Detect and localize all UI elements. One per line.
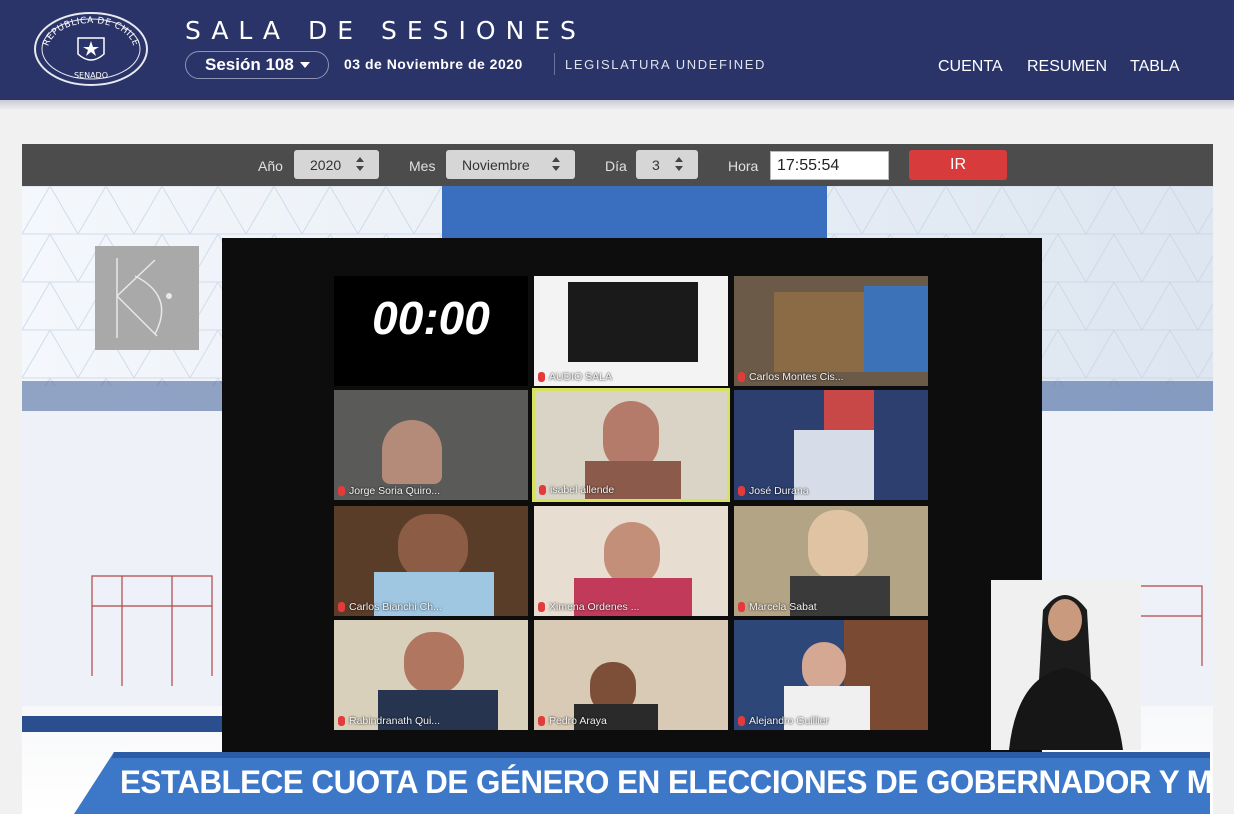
site-title: SALA DE SESIONES	[185, 16, 586, 45]
date-filter-bar: Año 2020 Mes Noviembre Día 3 Hora IR	[22, 144, 1213, 186]
microphone-muted-icon	[538, 716, 545, 726]
topic-banner-text: ESTABLECE CUOTA DE GÉNERO EN ELECCIONES …	[120, 764, 1213, 800]
zoom-gallery: 00:00 AUDIO SALA Carlos Montes Cis... Jo…	[222, 238, 1042, 758]
month-value: Noviembre	[462, 156, 530, 173]
participant-name: Ximena Ordenes ...	[538, 601, 639, 613]
microphone-muted-icon	[738, 372, 745, 382]
participant-name: Pedro Araya	[538, 715, 607, 727]
senado-seal-logo[interactable]: REPUBLICA DE CHILE SENADO	[32, 10, 150, 88]
go-button[interactable]: IR	[909, 150, 1007, 180]
participant-tile: Marcela Sabat	[734, 506, 928, 616]
participant-name: Jorge Soria Quiro...	[338, 485, 440, 497]
session-label: Sesión 108	[205, 55, 294, 74]
participant-name: AUDIO SALA	[538, 371, 612, 383]
timer-tile: 00:00	[334, 276, 528, 386]
session-date: 03 de Noviembre de 2020	[344, 56, 523, 72]
participant-name: Marcela Sabat	[738, 601, 817, 613]
day-value: 3	[652, 156, 660, 173]
participant-name: Carlos Bianchi Ch...	[338, 601, 442, 613]
participant-tile: Alejandro Guillier	[734, 620, 928, 730]
microphone-muted-icon	[338, 486, 345, 496]
participant-name: isabel allende	[539, 484, 614, 496]
legislatura-label: LEGISLATURA UNDEFINED	[565, 57, 766, 72]
nav-tabla[interactable]: TABLA	[1130, 58, 1180, 76]
time-label: Hora	[728, 158, 759, 174]
active-speaker-tile: isabel allende	[532, 388, 730, 502]
nav-cuenta[interactable]: CUENTA	[938, 58, 1003, 76]
month-label: Mes	[409, 158, 436, 174]
year-label: Año	[258, 158, 283, 174]
participant-name: Carlos Montes Cis...	[738, 371, 844, 383]
time-input[interactable]	[770, 151, 889, 180]
microphone-muted-icon	[538, 372, 545, 382]
participant-tile: José Durana	[734, 390, 928, 500]
participant-tile: Jorge Soria Quiro...	[334, 390, 528, 500]
header-shadow	[0, 100, 1234, 110]
session-timer: 00:00	[372, 292, 490, 344]
participant-tile: Carlos Bianchi Ch...	[334, 506, 528, 616]
microphone-muted-icon	[738, 602, 745, 612]
microphone-muted-icon	[539, 485, 546, 495]
year-value: 2020	[310, 156, 342, 173]
year-select[interactable]: 2020	[294, 150, 379, 179]
participant-tile: Ximena Ordenes ...	[534, 506, 728, 616]
participant-name: José Durana	[738, 485, 809, 497]
participant-tile: AUDIO SALA	[534, 276, 728, 386]
interpreter-figure	[991, 580, 1141, 750]
session-video-player[interactable]: 00:00 AUDIO SALA Carlos Montes Cis... Jo…	[22, 186, 1213, 814]
spinner-icon	[552, 157, 561, 171]
spinner-icon	[356, 157, 365, 171]
senado-tv-logo	[95, 246, 199, 350]
participant-name: Rabindranath Qui...	[338, 715, 440, 727]
svg-text:SENADO: SENADO	[74, 71, 108, 80]
spinner-icon	[675, 157, 684, 171]
nested-gallery-thumb	[568, 282, 698, 362]
microphone-muted-icon	[538, 602, 545, 612]
session-dropdown[interactable]: Sesión 108	[185, 51, 329, 79]
day-label: Día	[605, 158, 627, 174]
participant-tile: Carlos Montes Cis...	[734, 276, 928, 386]
participant-tile: Rabindranath Qui...	[334, 620, 528, 730]
participant-name: Alejandro Guillier	[738, 715, 829, 727]
divider	[554, 53, 555, 75]
month-select[interactable]: Noviembre	[446, 150, 575, 179]
participant-tile: Pedro Araya	[534, 620, 728, 730]
chevron-down-icon	[299, 62, 310, 68]
sign-language-interpreter	[991, 580, 1141, 750]
site-header: REPUBLICA DE CHILE SENADO SALA DE SESION…	[0, 0, 1234, 100]
nav-resumen[interactable]: RESUMEN	[1027, 58, 1107, 76]
microphone-muted-icon	[338, 602, 345, 612]
microphone-muted-icon	[738, 716, 745, 726]
microphone-muted-icon	[738, 486, 745, 496]
microphone-muted-icon	[338, 716, 345, 726]
day-select[interactable]: 3	[636, 150, 698, 179]
